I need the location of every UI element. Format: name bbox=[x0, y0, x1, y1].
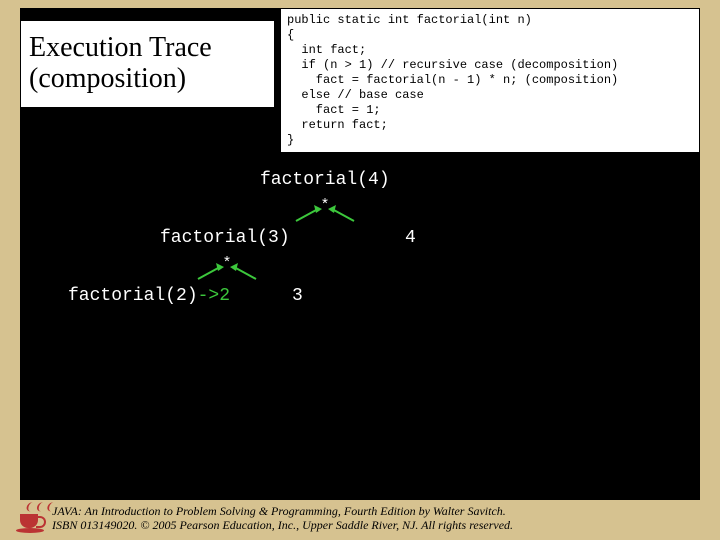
split-node-2: * bbox=[192, 253, 262, 281]
trace-value-3: 3 bbox=[292, 286, 303, 306]
trace-result-2: ->2 bbox=[198, 286, 230, 306]
java-cup-icon: ❨❨❨ bbox=[18, 504, 46, 534]
footer-line-2: ISBN 013149020. © 2005 Pearson Education… bbox=[52, 518, 710, 532]
footer: ❨❨❨ JAVA: An Introduction to Problem Sol… bbox=[0, 500, 720, 540]
trace-node-factorial2-text: factorial(2) bbox=[68, 286, 198, 306]
code-box: public static int factorial(int n) { int… bbox=[280, 8, 700, 153]
code-line: { bbox=[287, 28, 294, 42]
footer-line-1: JAVA: An Introduction to Problem Solving… bbox=[52, 504, 710, 518]
split-node-1: * bbox=[290, 195, 360, 223]
slide: Execution Trace (composition) public sta… bbox=[0, 0, 720, 540]
code-line: public static int factorial(int n) bbox=[287, 13, 532, 27]
branch-lines-icon bbox=[290, 195, 360, 223]
trace-diagram: factorial(4) * factorial(3) 4 * bbox=[20, 150, 700, 500]
code-line: } bbox=[287, 133, 294, 147]
trace-node-factorial4: factorial(4) bbox=[260, 170, 390, 190]
code-line: if (n > 1) // recursive case (decomposit… bbox=[287, 58, 618, 72]
trace-node-factorial2: factorial(2)->2 bbox=[68, 286, 230, 306]
code-line: int fact; bbox=[287, 43, 366, 57]
code-line: else // base case bbox=[287, 88, 424, 102]
title-line-2: (composition) bbox=[29, 64, 274, 95]
title-box: Execution Trace (composition) bbox=[20, 20, 275, 108]
title-line-1: Execution Trace bbox=[29, 33, 274, 64]
code-line: fact = 1; bbox=[287, 103, 381, 117]
code-line: return fact; bbox=[287, 118, 388, 132]
branch-lines-icon bbox=[192, 253, 262, 281]
trace-value-4: 4 bbox=[405, 228, 416, 248]
trace-node-factorial3: factorial(3) bbox=[160, 228, 290, 248]
code-line: fact = factorial(n - 1) * n; (compositio… bbox=[287, 73, 618, 87]
